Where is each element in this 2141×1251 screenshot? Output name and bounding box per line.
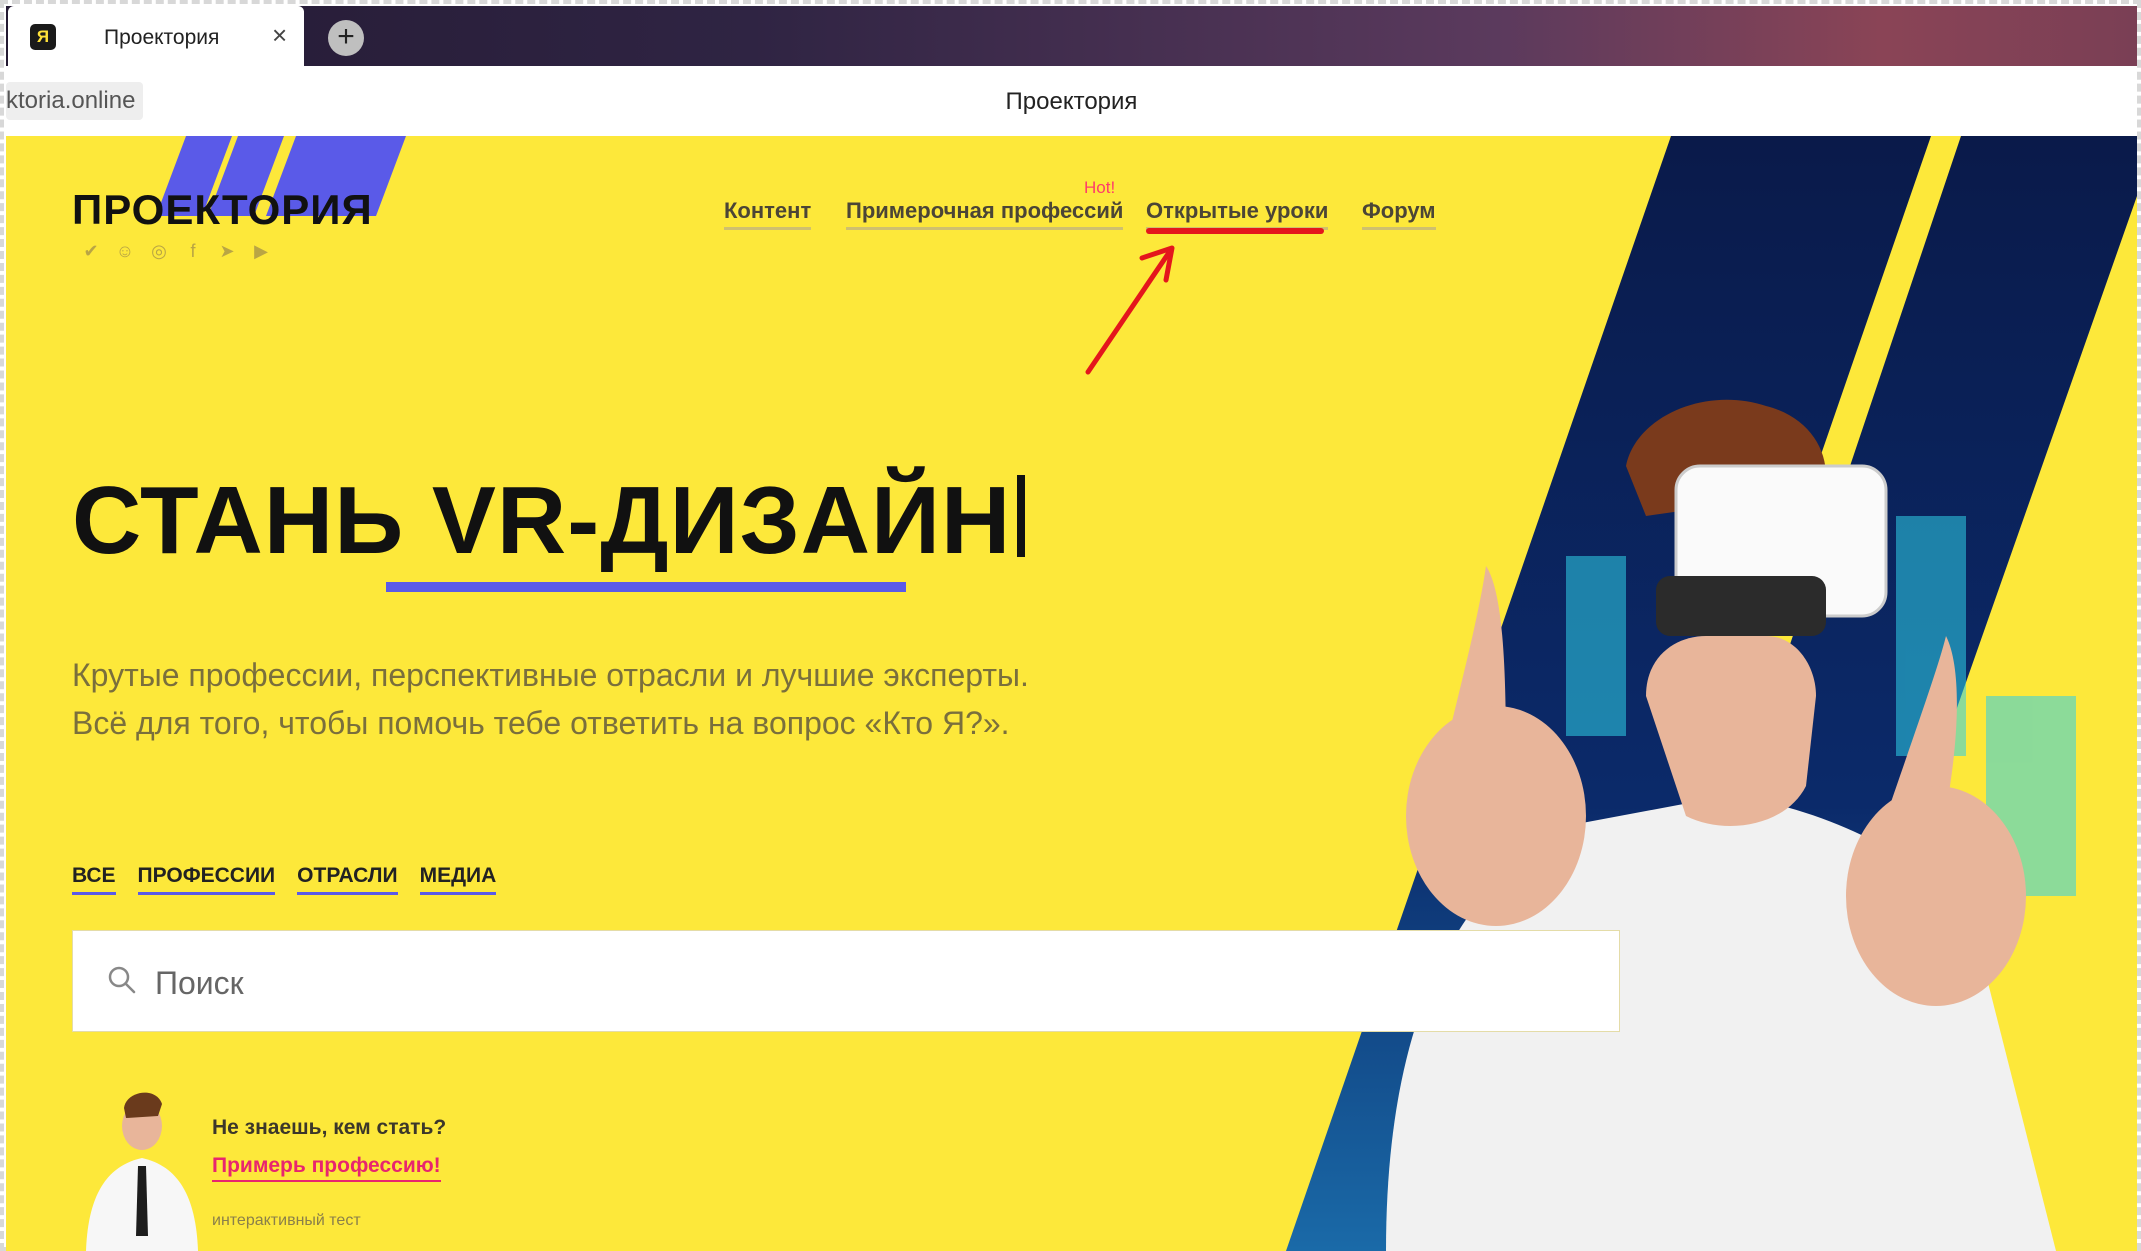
promo-link[interactable]: Примерь профессию! [212,1154,441,1182]
social-links: ✔ ☺ ◎ f ➤ ▶ [80,240,272,262]
address-bar: ktoria.online Проектория [6,66,2137,137]
search-icon [108,966,136,994]
browser-tab[interactable]: Я Проектория × [8,6,304,68]
nav-try-profession[interactable]: Примерочная профессий [846,198,1124,230]
hero-headline: СТАНЬ VR-ДИЗАЙН [72,466,1026,576]
headline-underline [386,582,906,592]
filter-tabs: ВСЕ ПРОФЕССИИ ОТРАСЛИ МЕДИА [72,864,497,895]
nav-forum[interactable]: Форум [1362,198,1436,230]
promo-subtitle: интерактивный тест [212,1212,361,1229]
new-tab-button[interactable]: + [328,20,364,56]
filter-all[interactable]: ВСЕ [72,864,116,895]
site-favicon-icon: Я [30,24,56,50]
facebook-icon[interactable]: f [182,240,204,262]
filter-industries[interactable]: ОТРАСЛИ [297,864,398,895]
hero-description: Крутые профессии, перспективные отрасли … [72,657,1029,741]
annotation-underline [1146,228,1324,234]
vk-icon[interactable]: ✔ [80,240,102,262]
site-logo[interactable]: ПРОЕКТОРИЯ [72,186,373,234]
filter-professions[interactable]: ПРОФЕССИИ [137,864,276,895]
window-title: Проектория [1005,88,1138,115]
close-icon[interactable]: × [272,20,287,51]
telegram-icon[interactable]: ➤ [216,240,238,262]
instagram-icon[interactable]: ◎ [148,240,170,262]
search-box [72,930,1620,1032]
search-input[interactable] [153,955,1557,1011]
promo-question: Не знаешь, кем стать? [212,1116,447,1139]
tab-title: Проектория [104,26,220,49]
typing-caret [1017,475,1026,557]
nav-content[interactable]: Контент [724,198,812,230]
browser-tab-bar: Я Проектория × + [6,6,2137,68]
filter-media[interactable]: МЕДИА [419,864,497,895]
hot-badge: Hot! [1084,178,1116,197]
youtube-icon[interactable]: ▶ [250,240,272,262]
nav-open-lessons[interactable]: Открытые уроки [1146,198,1329,230]
odnoklassniki-icon[interactable]: ☺ [114,240,136,262]
page-hero: ПРОЕКТОРИЯ ✔ ☺ ◎ f ➤ ▶ Контент Примерочн… [6,136,2137,1251]
